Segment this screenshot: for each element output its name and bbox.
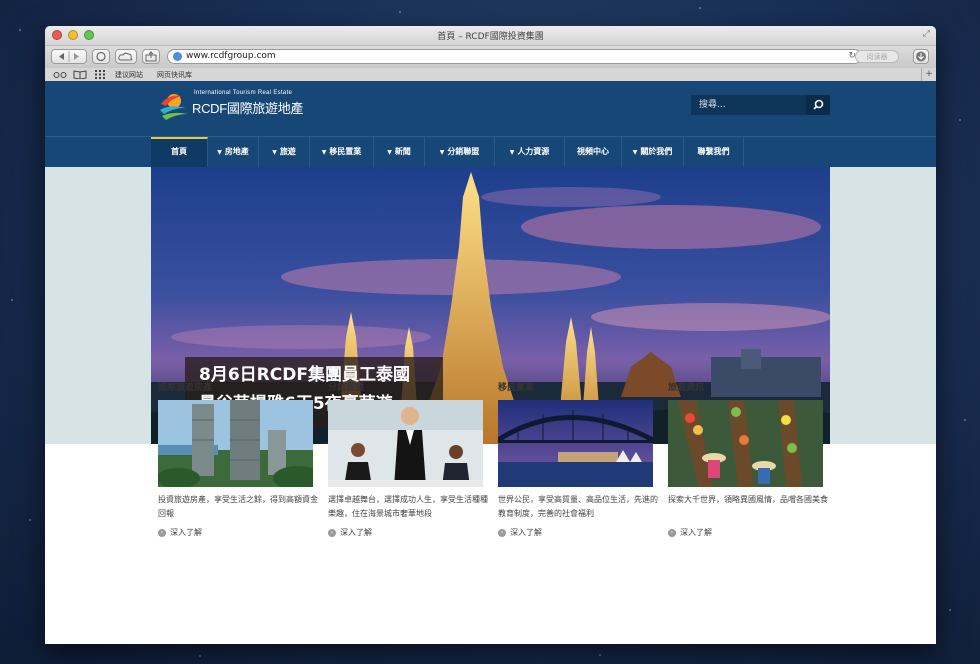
history-icon: [96, 51, 106, 62]
address-bar[interactable]: www.rcdfgroup.com ↻: [167, 49, 862, 64]
caret-down-icon: ▼: [632, 149, 638, 156]
feature-title[interactable]: 分銷聯盟: [328, 380, 484, 393]
nav-item[interactable]: ▼ 人力資源: [495, 137, 565, 167]
feature-text: 投資旅遊房產，享受生活之餘，得到高額資金回報: [158, 495, 318, 518]
bookmark-link-2[interactable]: 网页快讯库: [157, 70, 192, 80]
bookmarks-book-icon[interactable]: [73, 70, 87, 81]
harbour-bridge-photo[interactable]: [498, 400, 653, 487]
search-icon: [813, 99, 824, 110]
learn-more-link[interactable]: › 深入了解: [158, 527, 202, 538]
url-text: www.rcdfgroup.com: [186, 51, 276, 61]
caret-down-icon: ▼: [509, 149, 515, 156]
learn-more-link[interactable]: › 深入了解: [668, 527, 712, 538]
globe-icon: [173, 52, 182, 61]
feature-title[interactable]: 國際旅遊房產: [158, 380, 314, 393]
search-input[interactable]: [691, 95, 806, 115]
arrow-circle-icon: ›: [498, 528, 506, 537]
web-page: International Tourism Real Estate RCDF國際…: [45, 81, 936, 644]
nav-items: 首頁 ▼ 房地產 ▼ 旅遊 ▼ 移民置業 ▼ 新聞 ▼ 分銷聯盟 ▼ 人力資源 視頻中心 ▼ 關於我們 聯繫我們: [151, 137, 744, 167]
nav-item-label: 視頻中心: [577, 147, 609, 156]
caret-down-icon: ▼: [439, 149, 445, 156]
nav-item-label: 新聞: [394, 147, 411, 156]
logo-subtitle: International Tourism Real Estate: [194, 90, 293, 96]
title-bar: 首頁 – RCDF國際投資集團 ⤢: [45, 26, 936, 46]
arrow-circle-icon: ›: [328, 528, 336, 537]
window-title: 首頁 – RCDF國際投資集團: [437, 32, 544, 42]
feature-text: 選擇卓越舞台，選擇成功人生，享受生活種種樂趣，住在海景城市奢華地段: [328, 495, 488, 518]
logo-sun-wave-icon: [160, 94, 188, 120]
nav-item-label: 移民置業: [329, 147, 362, 156]
feature-text: 世界公民，享受高質量、高品位生活，先進的教育制度，完善的社會福利: [498, 495, 658, 518]
nav-item[interactable]: ▼ 新聞: [374, 137, 425, 167]
floating-market-photo[interactable]: [668, 400, 823, 487]
browser-toolbar: www.rcdfgroup.com ↻ 阅读器: [45, 46, 936, 68]
reading-list-icon[interactable]: [53, 70, 67, 81]
feature-card: 旅遊資訊 探索大千世界，領略異國風情，品嚐各國美食 › 深入了解: [668, 380, 828, 537]
caret-down-icon: ▼: [387, 149, 392, 156]
nav-item[interactable]: ▼ 移民置業: [310, 137, 374, 167]
nav-item[interactable]: 視頻中心: [565, 137, 622, 167]
history-button[interactable]: [92, 49, 110, 64]
feature-card: 國際旅遊房產 投資旅遊房產，享受生活之餘，得到高額資金回報 › 深入了解: [158, 380, 318, 537]
business-people-photo[interactable]: [328, 400, 483, 487]
feature-card: 移民置業 世界公民，享受高質量、高品位生活，先進的教育制度，完善的社會福利 › 深…: [498, 380, 658, 537]
new-tab-button[interactable]: +: [921, 68, 936, 81]
downloads-button[interactable]: [913, 49, 929, 64]
nav-item-label: 房地產: [224, 147, 249, 156]
fullscreen-icon[interactable]: ⤢: [923, 29, 930, 39]
feature-text: 探索大千世界，領略異國風情，品嚐各國美食: [668, 495, 828, 504]
nav-item[interactable]: ▼ 房地產: [208, 137, 259, 167]
main-nav: 首頁 ▼ 房地產 ▼ 旅遊 ▼ 移民置業 ▼ 新聞 ▼ 分銷聯盟 ▼ 人力資源 視頻中心 ▼ 關於我們 聯繫我們: [45, 136, 936, 167]
reader-button[interactable]: 阅读器: [855, 50, 899, 63]
search-button[interactable]: [806, 95, 830, 115]
nav-item-label: 關於我們: [640, 147, 673, 156]
share-button[interactable]: [142, 49, 160, 64]
site-logo[interactable]: International Tourism Real Estate RCDF國際…: [158, 90, 318, 122]
feature-card: 分銷聯盟 選擇卓越舞台，選擇成功人生，享受生活種種樂趣，住在海景城市奢華地段 ›…: [328, 380, 488, 537]
feature-title[interactable]: 移民置業: [498, 380, 654, 393]
top-sites-grid-icon[interactable]: [95, 70, 105, 81]
nav-item-label: 旅遊: [279, 147, 296, 156]
browser-window: 首頁 – RCDF國際投資集團 ⤢ www.rcdfgroup.com ↻ 阅读…: [45, 26, 936, 644]
share-icon: [145, 51, 157, 62]
cloud-icon: [118, 52, 133, 61]
download-icon: [916, 51, 926, 62]
caret-down-icon: ▼: [217, 149, 222, 156]
nav-item[interactable]: ▼ 關於我們: [622, 137, 684, 167]
logo-name: RCDF國際旅遊地產: [192, 101, 304, 116]
learn-more-link[interactable]: › 深入了解: [328, 527, 372, 538]
nav-item[interactable]: ▼ 旅遊: [259, 137, 310, 167]
bookmarks-bar: 建议网站 网页快讯库 +: [45, 68, 936, 82]
towers-photo[interactable]: [158, 400, 313, 487]
nav-item[interactable]: 聯繫我們: [684, 137, 744, 167]
back-forward-icon: [59, 51, 79, 62]
caret-down-icon: ▼: [272, 149, 277, 156]
nav-item-label: 分銷聯盟: [447, 147, 480, 156]
bookmark-link-1[interactable]: 建议网站: [115, 70, 143, 80]
nav-item[interactable]: 首頁: [151, 137, 208, 167]
learn-more-link[interactable]: › 深入了解: [498, 527, 542, 538]
nav-item-label: 首頁: [171, 147, 187, 156]
nav-item-label: 人力資源: [517, 147, 550, 156]
feature-title[interactable]: 旅遊資訊: [668, 380, 824, 393]
arrow-circle-icon: ›: [668, 528, 676, 537]
icloud-button[interactable]: [115, 49, 137, 64]
back-forward-buttons[interactable]: [51, 49, 87, 64]
arrow-circle-icon: ›: [158, 528, 166, 537]
nav-item[interactable]: ▼ 分銷聯盟: [425, 137, 495, 167]
nav-item-label: 聯繫我們: [697, 147, 730, 156]
caret-down-icon: ▼: [321, 149, 327, 156]
site-header: International Tourism Real Estate RCDF國際…: [45, 81, 936, 136]
